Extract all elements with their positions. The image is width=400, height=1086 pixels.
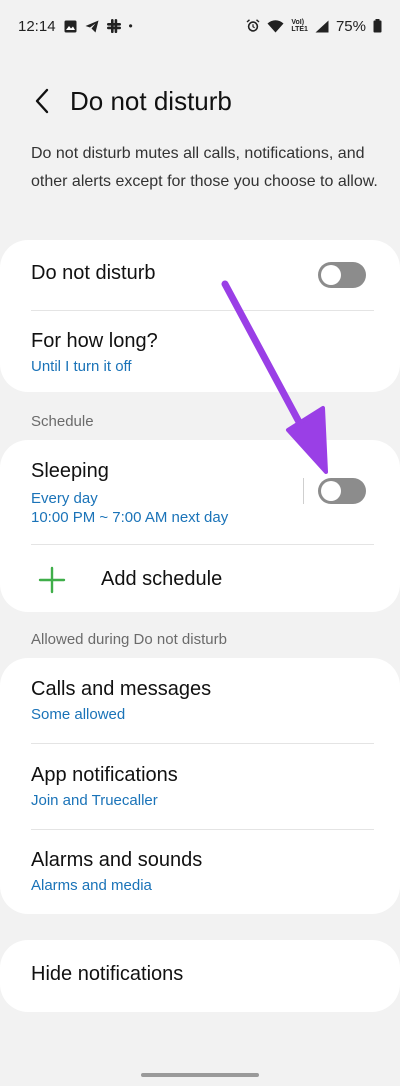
hide-notifications-card: Hide notifications [0,940,400,1012]
allowed-item-calls[interactable]: Calls and messages Some allowed [0,678,400,730]
allowed-item-alarms[interactable]: Alarms and sounds Alarms and media [0,849,400,901]
battery-percent: 75% [335,17,366,35]
slack-icon [106,19,121,33]
battery-icon [373,19,382,33]
volte-indicator: VoI) LTE1 [291,19,308,33]
toggle-knob [321,481,341,501]
status-bar: 12:14 • VoI) LTE1 75% [0,0,400,52]
allowed-item-title: Alarms and sounds [31,849,203,871]
allowed-item-title: App notifications [31,764,178,786]
chevron-left-icon [35,88,49,114]
duration-row[interactable]: For how long? Until I turn it off [0,330,400,382]
schedule-card: Sleeping Every day 10:00 PM ~ 7:00 AM ne… [0,440,400,612]
notification-dot: • [128,19,133,33]
hide-notifications-label: Hide notifications [31,963,184,985]
page-description: Do not disturb mutes all calls, notifica… [31,145,378,190]
schedule-section-label: Schedule [31,413,94,430]
home-indicator [141,1073,259,1077]
sleeping-toggle-switch[interactable] [318,478,366,504]
signal-icon [315,20,329,33]
page-title: Do not disturb [70,85,232,116]
gallery-icon [64,20,77,33]
status-time: 12:14 [18,17,56,35]
allowed-item-sub: Join and Truecaller [31,792,158,809]
page-header: Do not disturb [0,76,400,126]
telegram-icon [85,20,99,33]
allowed-item-title: Calls and messages [31,678,212,700]
dnd-toggle-switch[interactable] [318,262,366,288]
dnd-card: Do not disturb For how long? Until I tur… [0,240,400,392]
add-schedule-row[interactable]: Add schedule [0,556,400,604]
vertical-separator [303,478,304,504]
hide-notifications-row[interactable]: Hide notifications [0,963,400,993]
allowed-item-app-notifications[interactable]: App notifications Join and Truecaller [0,764,400,816]
allowed-item-sub: Alarms and media [31,877,152,894]
toggle-knob [321,265,341,285]
back-button[interactable] [22,81,62,121]
duration-value: Until I turn it off [31,358,132,375]
allowed-item-sub: Some allowed [31,706,126,723]
divider [31,829,374,830]
duration-label: For how long? [31,330,158,352]
add-schedule-label: Add schedule [101,568,223,590]
wifi-icon [267,19,284,33]
divider [31,310,374,311]
divider [31,743,374,744]
sleeping-time: 10:00 PM ~ 7:00 AM next day [31,509,229,526]
allowed-section-label: Allowed during Do not disturb [31,631,227,648]
divider [31,544,374,545]
alarm-icon [246,19,260,33]
plus-icon [38,566,66,594]
allowed-card: Calls and messages Some allowed App noti… [0,658,400,914]
